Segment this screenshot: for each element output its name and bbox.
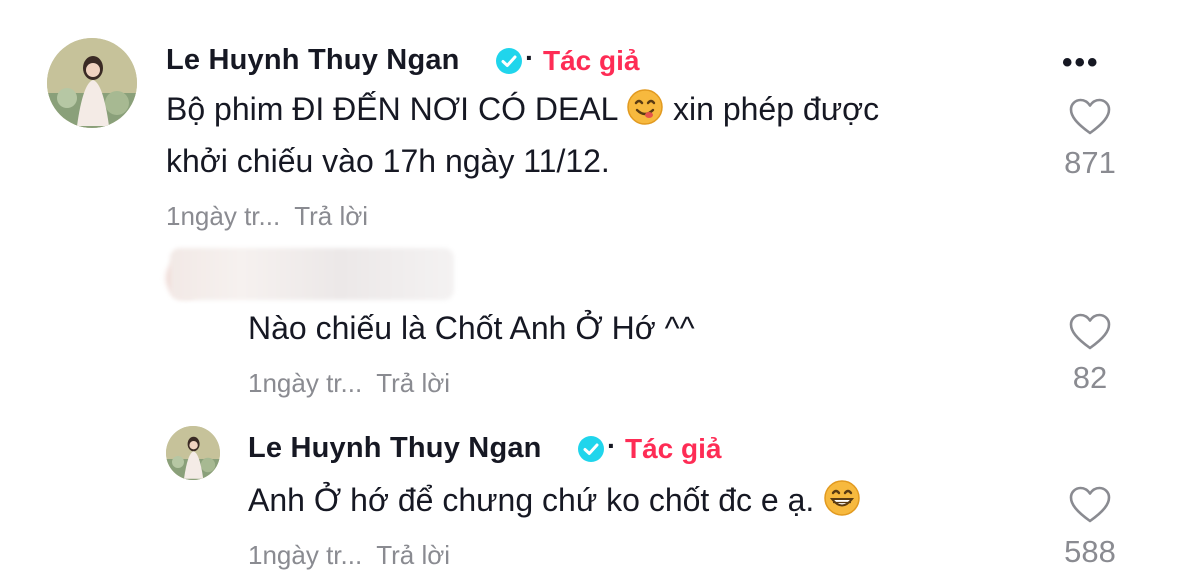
comment-meta: 1ngày tr... Trả lời xyxy=(248,368,450,399)
comment-text-part: Bộ phim ĐI ĐẾN NƠI CÓ DEAL xyxy=(166,91,618,127)
author-badge: Tác giả xyxy=(543,45,640,76)
comment-text: Anh Ở hớ để chưng chứ ko chốt đc e ạ. xyxy=(248,478,861,522)
comment-text: Nào chiếu là Chốt Anh Ở Hớ ^^ xyxy=(248,310,695,346)
timestamp: 1ngày tr... xyxy=(166,201,281,231)
comment-meta: 1ngày tr... Trả lời xyxy=(248,540,450,571)
verified-badge-icon xyxy=(496,48,522,74)
avatar[interactable] xyxy=(47,38,137,128)
like-count: 82 xyxy=(1072,360,1108,395)
comment-text: Bộ phim ĐI ĐẾN NƠI CÓ DEAL xin phép được xyxy=(166,87,879,131)
grinning-face-emoji-icon xyxy=(824,480,860,516)
reply-button[interactable]: Trả lời xyxy=(294,201,368,231)
author-badge: Tác giả xyxy=(625,433,722,464)
username[interactable]: Le Huynh Thuy Ngan xyxy=(166,44,460,77)
yum-face-emoji-icon xyxy=(627,89,663,125)
heart-icon[interactable] xyxy=(1068,97,1112,137)
comment-text-part: Anh Ở hớ để chưng chứ ko chốt đc e ạ. xyxy=(248,482,815,518)
verified-badge-icon xyxy=(578,436,604,462)
comment-meta: 1ngày tr... Trả lời xyxy=(166,201,368,232)
like-count: 871 xyxy=(1064,145,1116,180)
timestamp: 1ngày tr... xyxy=(248,540,363,570)
separator-dot: · xyxy=(525,42,535,73)
comment-text-part: xin phép được xyxy=(673,91,880,127)
separator-dot: · xyxy=(607,430,617,461)
timestamp: 1ngày tr... xyxy=(248,368,363,398)
username[interactable]: Le Huynh Thuy Ngan xyxy=(248,432,542,465)
like-count: 588 xyxy=(1064,534,1116,569)
more-options-icon[interactable]: ••• xyxy=(1062,46,1100,80)
blurred-username xyxy=(170,248,454,300)
reply-button[interactable]: Trả lời xyxy=(376,368,450,398)
heart-icon[interactable] xyxy=(1068,485,1112,525)
comment-text-line: khởi chiếu vào 17h ngày 11/12. xyxy=(166,143,610,179)
reply-button[interactable]: Trả lời xyxy=(376,540,450,570)
heart-icon[interactable] xyxy=(1068,312,1112,352)
avatar[interactable] xyxy=(166,426,220,480)
